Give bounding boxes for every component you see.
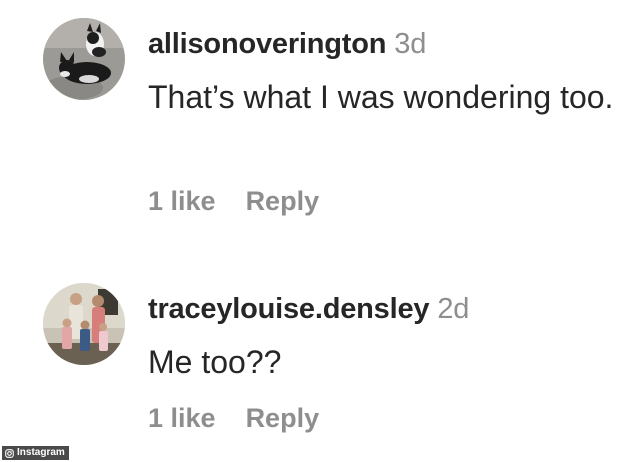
comments-screen: allisonoverington 3d That’s what I was wo… (0, 0, 634, 462)
comment-actions: 1 like Reply (148, 403, 319, 434)
username-text[interactable]: allisonoverington (148, 28, 386, 60)
username-text[interactable]: traceylouise.densley (148, 293, 430, 325)
comment-actions: 1 like Reply (148, 186, 319, 217)
avatar[interactable] (43, 283, 125, 365)
profile-photo-dogs-icon (43, 18, 125, 100)
instagram-icon (5, 448, 14, 458)
comment-timestamp: 2d (437, 293, 470, 325)
like-count[interactable]: 1 like (148, 403, 216, 434)
comment-username[interactable]: traceylouise.densley 2d (148, 293, 469, 326)
avatar[interactable] (43, 18, 125, 100)
watermark-label: Instagram (17, 447, 65, 458)
profile-photo-family-icon (43, 283, 125, 365)
instagram-watermark: Instagram (2, 446, 69, 460)
comment-text: Me too?? (148, 344, 282, 380)
reply-button[interactable]: Reply (246, 186, 320, 217)
like-count[interactable]: 1 like (148, 186, 216, 217)
comment-text: That’s what I was wondering too. (148, 79, 614, 115)
reply-button[interactable]: Reply (246, 403, 320, 434)
comment-timestamp: 3d (394, 28, 427, 60)
comment-username[interactable]: allisonoverington 3d (148, 28, 426, 61)
